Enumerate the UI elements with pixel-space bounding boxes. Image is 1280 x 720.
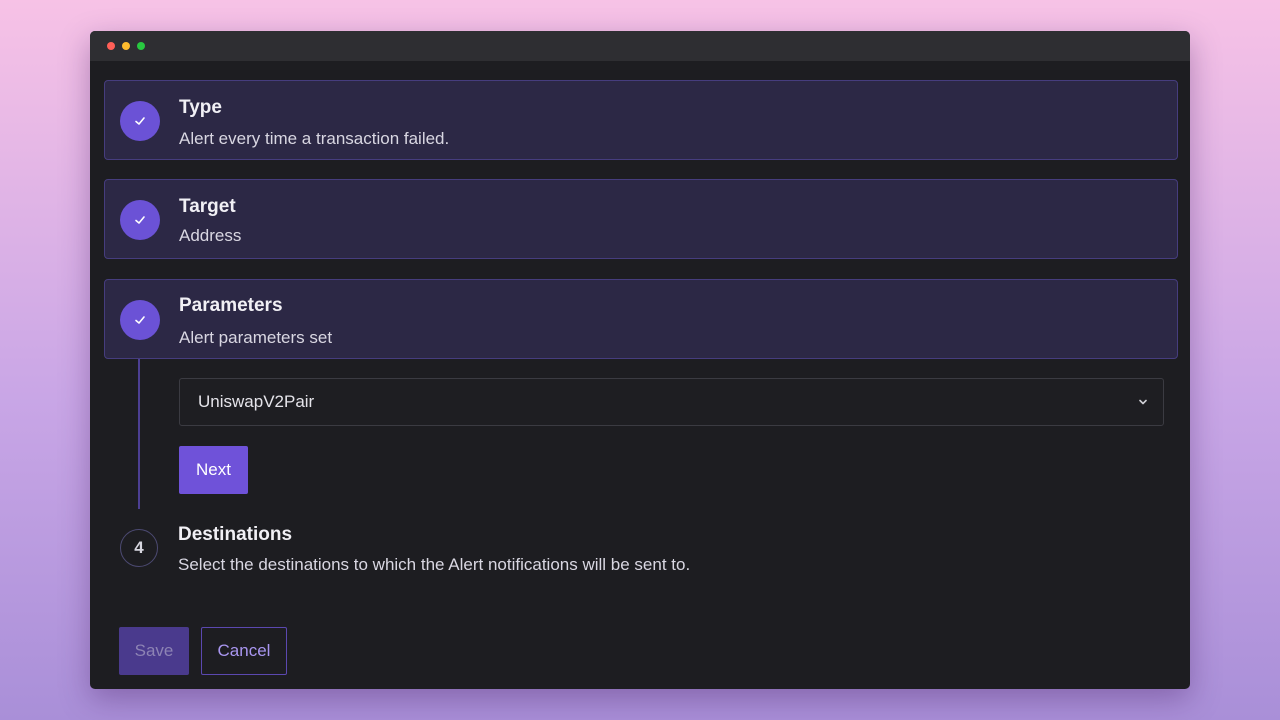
step-type[interactable]: Type Alert every time a transaction fail… [104,80,1178,160]
step-title: Parameters [179,295,283,316]
close-window-button[interactable] [107,42,115,50]
app-window: Type Alert every time a transaction fail… [90,31,1190,689]
step-connector-line [138,359,140,509]
maximize-window-button[interactable] [137,42,145,50]
check-icon [120,300,160,340]
step-description: Select the destinations to which the Ale… [178,555,691,574]
step-description: Alert parameters set [179,328,333,347]
step-parameters[interactable]: Parameters Alert parameters set [104,279,1178,359]
chevron-down-icon [1137,393,1149,413]
step-title: Destinations [178,524,293,545]
step-number-badge: 4 [120,529,158,567]
step-target[interactable]: Target Address [104,179,1178,259]
check-icon [120,101,160,141]
next-button[interactable]: Next [179,446,248,494]
step-title: Target [179,196,236,217]
step-description: Address [179,226,242,245]
window-titlebar [90,31,1190,61]
check-icon [120,200,160,240]
contract-select[interactable]: UniswapV2Pair [179,378,1164,426]
step-title: Type [179,97,222,118]
cancel-button[interactable]: Cancel [201,627,287,675]
minimize-window-button[interactable] [122,42,130,50]
save-button[interactable]: Save [119,627,189,675]
contract-select-value: UniswapV2Pair [198,392,315,411]
step-description: Alert every time a transaction failed. [179,129,450,148]
